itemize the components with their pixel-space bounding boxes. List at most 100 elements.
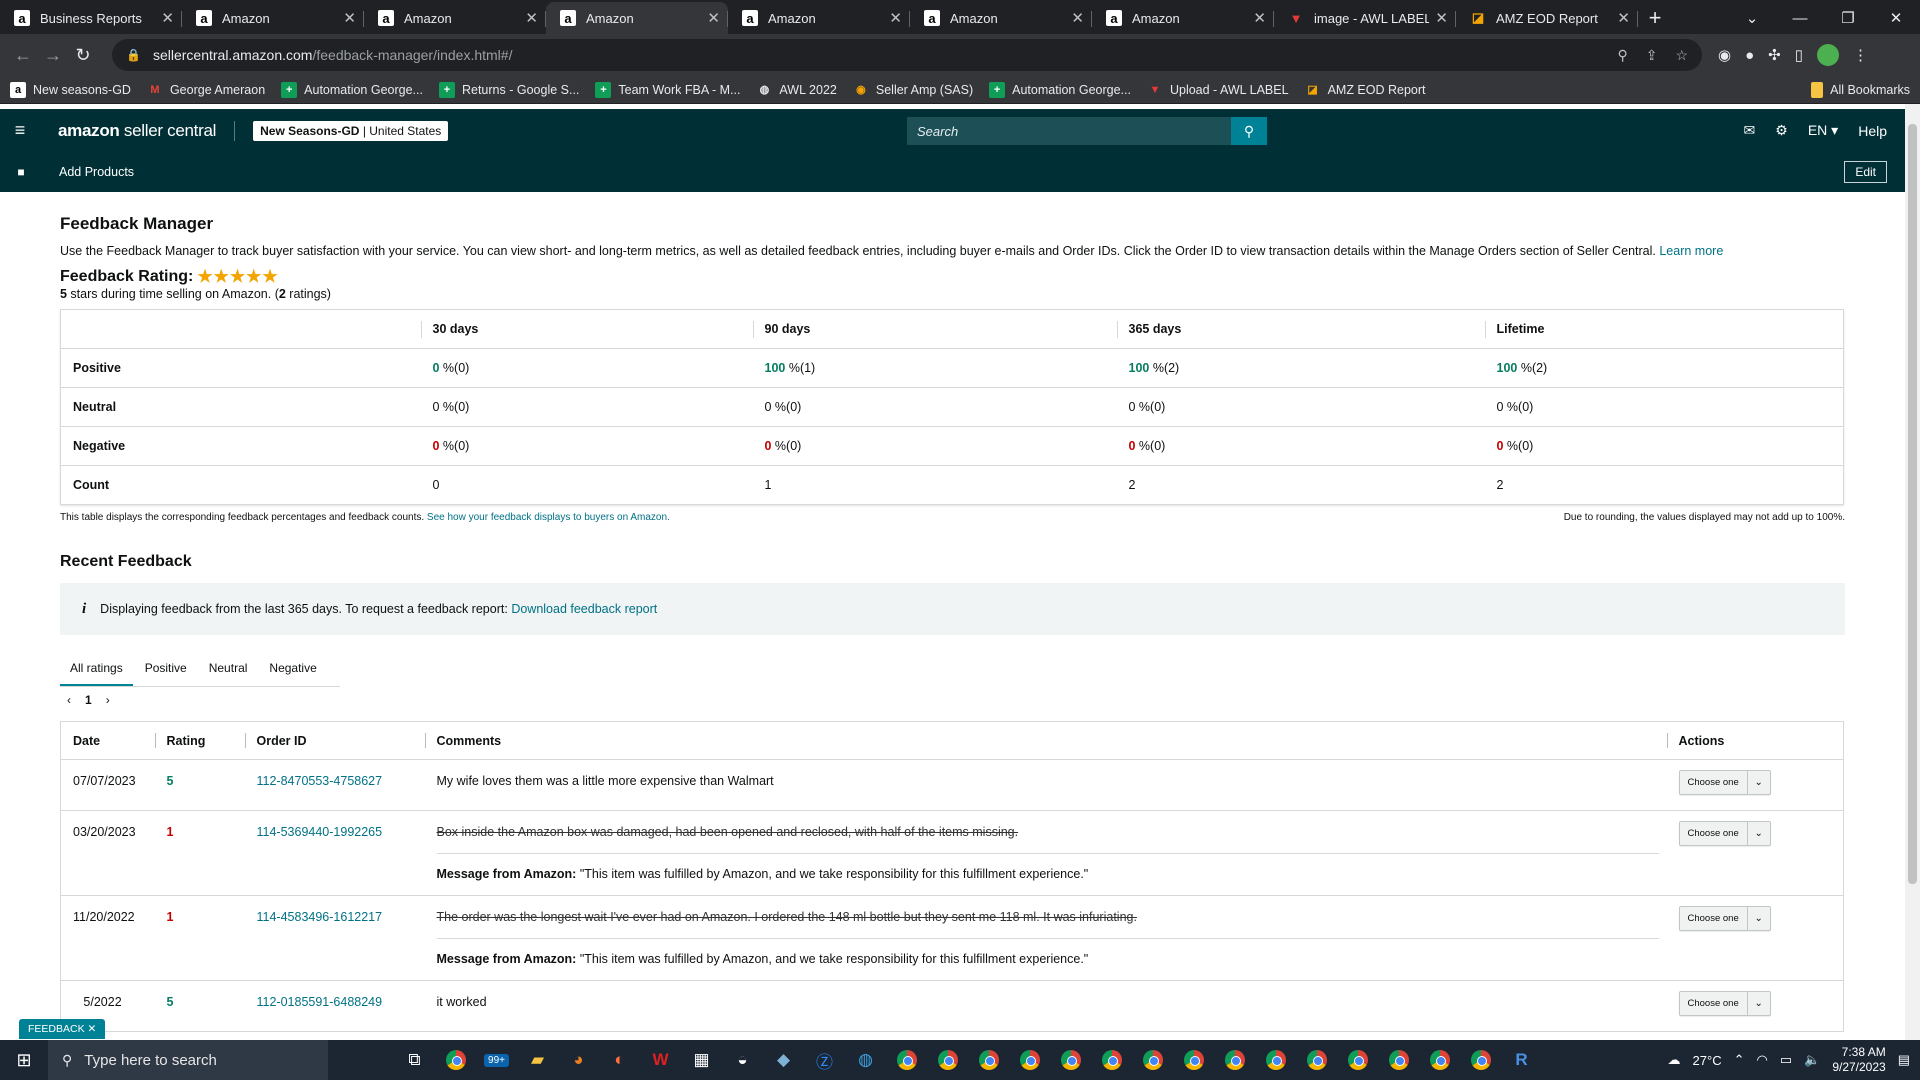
feedback-badge[interactable]: FEEDBACK ✕ xyxy=(19,1019,106,1039)
chrome-icon[interactable] xyxy=(1337,1040,1378,1080)
hamburger-menu-icon[interactable]: ≡ xyxy=(0,120,40,141)
side-panel-icon[interactable]: ▯ xyxy=(1795,46,1803,64)
extension-icon[interactable]: ● xyxy=(1745,47,1754,64)
browser-tab[interactable]: a Amazon ✕ xyxy=(910,2,1092,34)
all-bookmarks[interactable]: All Bookmarks xyxy=(1811,81,1910,98)
photos-icon[interactable]: ◕ xyxy=(558,1040,599,1080)
close-tab-icon[interactable]: ✕ xyxy=(1253,9,1266,27)
feedback-display-link[interactable]: See how your feedback displays to buyers… xyxy=(427,512,670,523)
zoom-app-icon[interactable]: Ⓩ xyxy=(804,1040,845,1080)
order-id-link[interactable]: 114-4583496-1612217 xyxy=(257,910,383,924)
tray-chevron-icon[interactable]: ⌃ xyxy=(1734,1052,1745,1068)
chrome-icon[interactable] xyxy=(1255,1040,1296,1080)
rating-tab[interactable]: All ratings xyxy=(60,650,133,686)
bookmark-star-icon[interactable]: ☆ xyxy=(1675,47,1688,64)
close-tab-icon[interactable]: ✕ xyxy=(525,9,538,27)
close-tab-icon[interactable]: ✕ xyxy=(707,9,720,27)
reload-icon[interactable]: ↻ xyxy=(68,45,98,66)
lock-icon[interactable]: 🔒 xyxy=(126,48,141,62)
chrome-icon[interactable] xyxy=(1296,1040,1337,1080)
mail-app-icon[interactable]: 99+ xyxy=(476,1040,517,1080)
search-icon[interactable]: ⚲ xyxy=(1231,117,1267,145)
next-page-icon[interactable]: › xyxy=(106,693,110,707)
task-view-icon[interactable]: ⧉ xyxy=(394,1040,435,1080)
chrome-icon[interactable] xyxy=(1214,1040,1255,1080)
app-icon[interactable]: ◍ xyxy=(845,1040,886,1080)
bookmark-item[interactable]: + Team Work FBA - M... xyxy=(595,81,740,98)
rating-tab[interactable]: Neutral xyxy=(199,650,258,686)
zoom-icon[interactable]: ⚲ xyxy=(1617,47,1627,64)
edit-button[interactable]: Edit xyxy=(1844,161,1887,183)
close-tab-icon[interactable]: ✕ xyxy=(161,9,174,27)
volume-icon[interactable]: 🔈 xyxy=(1804,1052,1820,1068)
bookmark-icon[interactable]: ■ xyxy=(0,165,42,179)
chrome-icon[interactable] xyxy=(1419,1040,1460,1080)
calculator-icon[interactable]: ▦ xyxy=(681,1040,722,1080)
restore-icon[interactable]: ❐ xyxy=(1824,9,1872,27)
close-window-icon[interactable]: ✕ xyxy=(1872,9,1920,27)
scrollbar-thumb[interactable] xyxy=(1908,124,1917,884)
chrome-icon[interactable] xyxy=(1460,1040,1501,1080)
chrome-icon[interactable] xyxy=(1009,1040,1050,1080)
browser-tab[interactable]: ◪ AMZ EOD Report ✕ xyxy=(1456,2,1638,34)
rating-tab[interactable]: Positive xyxy=(135,650,197,686)
profile-avatar[interactable] xyxy=(1817,44,1839,66)
close-tab-icon[interactable]: ✕ xyxy=(1071,9,1084,27)
minimize-icon[interactable]: — xyxy=(1776,10,1824,27)
current-page[interactable]: 1 xyxy=(85,693,92,707)
seller-search-input[interactable] xyxy=(907,117,1231,145)
page-scrollbar[interactable] xyxy=(1905,104,1920,1040)
address-bar[interactable]: 🔒 sellercentral.amazon.com/feedback-mana… xyxy=(112,39,1702,71)
extension-icon[interactable]: ◉ xyxy=(1718,46,1731,64)
close-tab-icon[interactable]: ✕ xyxy=(343,9,356,27)
chrome-icon[interactable] xyxy=(1091,1040,1132,1080)
chrome-icon[interactable] xyxy=(927,1040,968,1080)
chrome-icon[interactable] xyxy=(435,1040,476,1080)
close-tab-icon[interactable]: ✕ xyxy=(1435,9,1448,27)
mail-icon[interactable]: ✉ xyxy=(1744,122,1756,139)
bookmark-item[interactable]: + Automation George... xyxy=(281,81,423,98)
network-icon[interactable]: ◠ xyxy=(1756,1052,1767,1068)
browser-tab[interactable]: a Amazon ✕ xyxy=(1092,2,1274,34)
chrome-icon[interactable] xyxy=(1378,1040,1419,1080)
order-id-link[interactable]: 112-8470553-4758627 xyxy=(257,774,383,788)
browser-tab[interactable]: a Amazon ✕ xyxy=(364,2,546,34)
app-icon[interactable]: R xyxy=(1501,1040,1542,1080)
app-icon[interactable]: ◒ xyxy=(722,1040,763,1080)
download-report-link[interactable]: Download feedback report xyxy=(511,602,657,616)
battery-icon[interactable]: ▭ xyxy=(1780,1052,1792,1068)
firefox-icon[interactable]: ◐ xyxy=(599,1040,640,1080)
browser-tab[interactable]: a Business Reports ✕ xyxy=(0,2,182,34)
bookmark-item[interactable]: ◍ AWL 2022 xyxy=(756,82,837,98)
account-switcher[interactable]: New Seasons-GD | United States xyxy=(253,120,449,141)
rating-tab[interactable]: Negative xyxy=(259,650,326,686)
choose-action-dropdown[interactable]: Choose one ⌄ xyxy=(1678,821,1771,846)
chrome-icon[interactable] xyxy=(886,1040,927,1080)
bookmark-item[interactable]: ◉ Seller Amp (SAS) xyxy=(853,82,973,98)
tab-search-icon[interactable]: ⌄ xyxy=(1728,9,1776,27)
menu-kebab-icon[interactable]: ⋮ xyxy=(1853,46,1868,64)
choose-action-dropdown[interactable]: Choose one ⌄ xyxy=(1678,991,1771,1016)
clock[interactable]: 7:38 AM 9/27/2023 xyxy=(1832,1045,1885,1075)
browser-tab[interactable]: a Amazon ✕ xyxy=(546,2,728,34)
chrome-icon[interactable] xyxy=(1173,1040,1214,1080)
notifications-icon[interactable]: ▤ xyxy=(1898,1052,1910,1068)
bookmark-item[interactable]: + Automation George... xyxy=(989,81,1131,98)
prev-page-icon[interactable]: ‹ xyxy=(67,693,71,707)
browser-tab[interactable]: ▼ image - AWL LABEL ✕ xyxy=(1274,2,1456,34)
app-icon[interactable]: ◆ xyxy=(763,1040,804,1080)
weather-text[interactable]: 27°C xyxy=(1693,1053,1722,1068)
windows-start-icon[interactable]: ⊞ xyxy=(0,1050,48,1071)
choose-action-dropdown[interactable]: Choose one ⌄ xyxy=(1678,770,1771,795)
browser-tab[interactable]: a Amazon ✕ xyxy=(182,2,364,34)
add-products-link[interactable]: Add Products xyxy=(59,165,134,179)
forward-icon[interactable]: → xyxy=(38,45,68,66)
puzzle-icon[interactable]: ✣ xyxy=(1768,46,1781,64)
bookmark-item[interactable]: M George Ameraon xyxy=(147,82,265,98)
chrome-icon[interactable] xyxy=(1132,1040,1173,1080)
chrome-icon[interactable] xyxy=(1050,1040,1091,1080)
new-tab-button[interactable]: + xyxy=(1638,2,1672,34)
learn-more-link[interactable]: Learn more xyxy=(1659,244,1723,258)
help-link[interactable]: Help xyxy=(1858,123,1887,139)
weather-icon[interactable]: ☁ xyxy=(1668,1052,1681,1068)
